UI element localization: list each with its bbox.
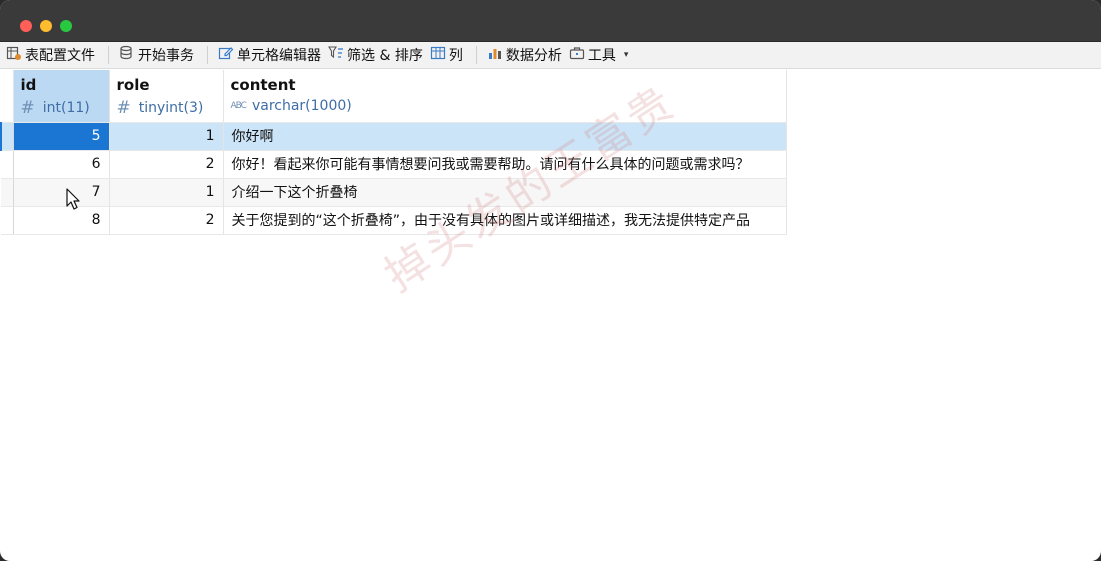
tools-label: 工具 — [587, 48, 616, 64]
cell-content[interactable]: 你好啊 — [223, 122, 787, 151]
database-icon — [119, 45, 138, 65]
table-config-label: 表配置文件 — [25, 48, 95, 64]
columns-button[interactable]: 列 — [428, 42, 468, 68]
begin-transaction-button[interactable]: 开始事务 — [117, 42, 199, 68]
toolbar-divider — [475, 46, 477, 64]
chevron-down-icon: ▾ — [623, 50, 629, 60]
toolbar: 表配置文件 开始事务 单元格编辑器 筛选 & 排序 列 数据分析 工具 ▾ — [0, 42, 1101, 69]
column-type: # tinyint(3) — [117, 98, 216, 118]
cell-id[interactable]: 7 — [13, 178, 110, 207]
tools-menu-button[interactable]: 工具 ▾ — [567, 42, 634, 68]
column-type-label: tinyint(3) — [138, 100, 204, 116]
cell-content[interactable]: 介绍一下这个折叠椅 — [223, 178, 787, 207]
title-bar — [0, 0, 1101, 42]
cell-role[interactable]: 2 — [109, 150, 224, 179]
column-type: # int(11) — [21, 98, 102, 118]
maximize-window-button[interactable] — [60, 20, 72, 32]
column-type-label: int(11) — [42, 100, 90, 116]
data-grid: id # int(11) role # tinyint(3) content A… — [0, 70, 787, 235]
filter-sort-label: 筛选 & 排序 — [347, 48, 423, 64]
data-analysis-button[interactable]: 数据分析 — [485, 42, 567, 68]
edit-pencil-icon — [218, 45, 237, 65]
row-selector[interactable] — [1, 206, 14, 235]
row-selector[interactable] — [1, 150, 14, 179]
numeric-type-icon: # — [116, 98, 131, 118]
table-config-icon — [6, 45, 25, 65]
data-analysis-label: 数据分析 — [505, 48, 562, 64]
row-header-corner — [1, 70, 14, 123]
cell-id[interactable]: 8 — [13, 206, 110, 235]
table-row[interactable]: 8 2 关于您提到的“这个折叠椅”，由于没有具体的图片或详细描述，我无法提供特定… — [1, 206, 787, 235]
column-type: ABC varchar(1000) — [231, 98, 779, 114]
mouse-pointer-icon — [66, 188, 80, 214]
columns-label: 列 — [448, 48, 463, 64]
numeric-type-icon: # — [20, 98, 35, 118]
cell-role[interactable]: 2 — [109, 206, 224, 235]
column-header-role[interactable]: role # tinyint(3) — [109, 70, 224, 123]
filter-sort-button[interactable]: 筛选 & 排序 — [326, 42, 428, 68]
table-row[interactable]: 7 1 介绍一下这个折叠椅 — [1, 178, 787, 207]
begin-transaction-label: 开始事务 — [138, 48, 194, 64]
cell-editor-button[interactable]: 单元格编辑器 — [216, 42, 326, 68]
column-name: content — [230, 76, 296, 94]
row-selector[interactable] — [1, 178, 14, 207]
toolbox-icon — [569, 45, 588, 65]
row-selector[interactable] — [0, 122, 14, 151]
filter-sort-icon — [328, 45, 347, 65]
column-header-content[interactable]: content ABC varchar(1000) — [223, 70, 787, 123]
column-header-id[interactable]: id # int(11) — [13, 70, 110, 123]
cell-editor-label: 单元格编辑器 — [237, 48, 321, 64]
column-name: id — [20, 76, 37, 94]
cell-role[interactable]: 1 — [109, 178, 224, 207]
toolbar-divider — [207, 46, 208, 64]
cell-id[interactable]: 5 — [13, 122, 110, 151]
app-window: 表配置文件 开始事务 单元格编辑器 筛选 & 排序 列 数据分析 工具 ▾ id… — [0, 0, 1101, 561]
close-window-button[interactable] — [20, 20, 32, 32]
cell-role[interactable]: 1 — [109, 122, 224, 151]
table-row[interactable]: 5 1 你好啊 — [0, 122, 787, 151]
chart-icon — [487, 45, 506, 65]
columns-icon — [430, 45, 449, 65]
table-config-button[interactable]: 表配置文件 — [4, 42, 100, 68]
table-row[interactable]: 6 2 你好！看起来你可能有事情想要问我或需要帮助。请问有什么具体的问题或需求吗… — [1, 150, 787, 179]
cell-id[interactable]: 6 — [13, 150, 110, 179]
column-name: role — [116, 76, 150, 94]
text-type-icon: ABC — [230, 101, 248, 111]
header-row: id # int(11) role # tinyint(3) content A… — [1, 70, 787, 123]
minimize-window-button[interactable] — [40, 20, 52, 32]
cell-content[interactable]: 你好！看起来你可能有事情想要问我或需要帮助。请问有什么具体的问题或需求吗？ — [223, 150, 787, 179]
column-type-label: varchar(1000) — [251, 98, 352, 114]
cell-content[interactable]: 关于您提到的“这个折叠椅”，由于没有具体的图片或详细描述，我无法提供特定产品 — [223, 206, 787, 235]
toolbar-divider — [108, 46, 109, 64]
